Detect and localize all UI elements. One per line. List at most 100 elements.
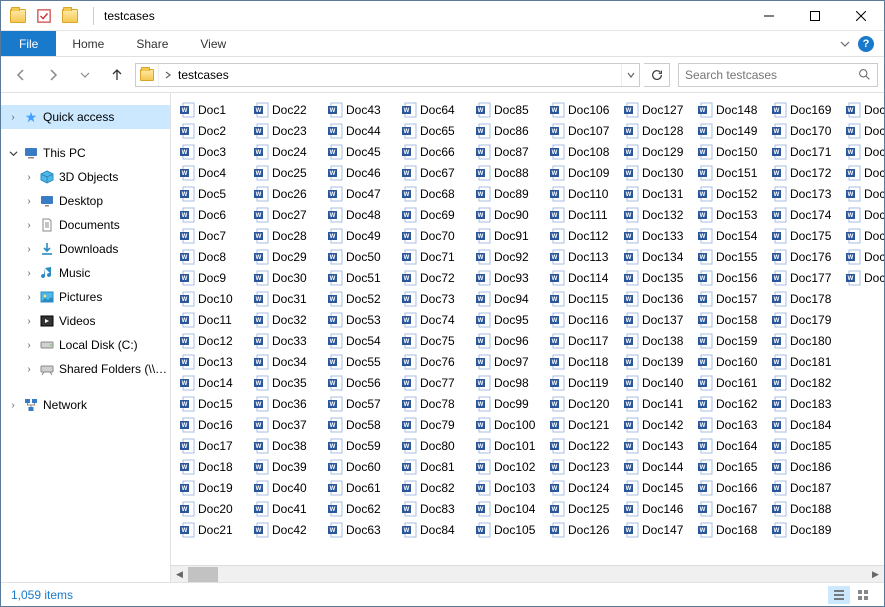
file-item[interactable]: WDoc3 xyxy=(177,141,249,162)
file-item[interactable]: WDoc177 xyxy=(769,267,841,288)
refresh-button[interactable] xyxy=(644,63,670,87)
horizontal-scrollbar[interactable]: ◀ ▶ xyxy=(171,565,884,582)
sidebar-item[interactable]: ›Documents xyxy=(1,213,170,237)
file-item[interactable]: WDoc197 xyxy=(843,246,884,267)
sidebar-item[interactable]: ›Shared Folders (\\vm xyxy=(1,357,170,381)
sidebar-item[interactable]: ›Downloads xyxy=(1,237,170,261)
file-item[interactable]: WDoc19 xyxy=(177,477,249,498)
file-item[interactable]: WDoc107 xyxy=(547,120,619,141)
file-item[interactable]: WDoc14 xyxy=(177,372,249,393)
file-item[interactable]: WDoc112 xyxy=(547,225,619,246)
sidebar-item[interactable]: ›Videos xyxy=(1,309,170,333)
file-item[interactable]: WDoc75 xyxy=(399,330,471,351)
file-item[interactable]: WDoc191 xyxy=(843,120,884,141)
file-item[interactable]: WDoc86 xyxy=(473,120,545,141)
file-item[interactable]: WDoc25 xyxy=(251,162,323,183)
file-item[interactable]: WDoc58 xyxy=(325,414,397,435)
file-item[interactable]: WDoc111 xyxy=(547,204,619,225)
file-item[interactable]: WDoc162 xyxy=(695,393,767,414)
file-item[interactable]: WDoc108 xyxy=(547,141,619,162)
tab-share[interactable]: Share xyxy=(120,31,184,56)
file-item[interactable]: WDoc98 xyxy=(473,372,545,393)
file-item[interactable]: WDoc130 xyxy=(621,162,693,183)
file-item[interactable]: WDoc72 xyxy=(399,267,471,288)
file-item[interactable]: WDoc76 xyxy=(399,351,471,372)
file-item[interactable]: WDoc47 xyxy=(325,183,397,204)
file-item[interactable]: WDoc179 xyxy=(769,309,841,330)
file-item[interactable]: WDoc151 xyxy=(695,162,767,183)
sidebar-item[interactable]: ›3D Objects xyxy=(1,165,170,189)
file-item[interactable]: WDoc143 xyxy=(621,435,693,456)
scroll-right-button[interactable]: ▶ xyxy=(867,566,884,583)
file-item[interactable]: WDoc97 xyxy=(473,351,545,372)
file-item[interactable]: WDoc116 xyxy=(547,309,619,330)
file-item[interactable]: WDoc134 xyxy=(621,246,693,267)
file-item[interactable]: WDoc16 xyxy=(177,414,249,435)
file-item[interactable]: WDoc88 xyxy=(473,162,545,183)
file-item[interactable]: WDoc196 xyxy=(843,225,884,246)
file-item[interactable]: WDoc42 xyxy=(251,519,323,540)
file-item[interactable]: WDoc142 xyxy=(621,414,693,435)
file-item[interactable]: WDoc168 xyxy=(695,519,767,540)
file-item[interactable]: WDoc120 xyxy=(547,393,619,414)
file-item[interactable]: WDoc133 xyxy=(621,225,693,246)
file-item[interactable]: WDoc129 xyxy=(621,141,693,162)
new-folder-icon[interactable] xyxy=(59,5,81,27)
scroll-track[interactable] xyxy=(188,566,867,583)
file-item[interactable]: WDoc92 xyxy=(473,246,545,267)
file-item[interactable]: WDoc79 xyxy=(399,414,471,435)
file-item[interactable]: WDoc154 xyxy=(695,225,767,246)
file-item[interactable]: WDoc194 xyxy=(843,183,884,204)
file-item[interactable]: WDoc183 xyxy=(769,393,841,414)
file-item[interactable]: WDoc135 xyxy=(621,267,693,288)
file-item[interactable]: WDoc21 xyxy=(177,519,249,540)
file-item[interactable]: WDoc119 xyxy=(547,372,619,393)
file-item[interactable]: WDoc127 xyxy=(621,99,693,120)
sidebar-item[interactable]: ›Music xyxy=(1,261,170,285)
chevron-down-icon[interactable] xyxy=(7,149,19,158)
file-item[interactable]: WDoc51 xyxy=(325,267,397,288)
file-item[interactable]: WDoc44 xyxy=(325,120,397,141)
chevron-right-icon[interactable]: › xyxy=(7,112,19,123)
file-item[interactable]: WDoc66 xyxy=(399,141,471,162)
file-item[interactable]: WDoc136 xyxy=(621,288,693,309)
file-item[interactable]: WDoc171 xyxy=(769,141,841,162)
file-item[interactable]: WDoc28 xyxy=(251,225,323,246)
file-item[interactable]: WDoc153 xyxy=(695,204,767,225)
chevron-right-icon[interactable]: › xyxy=(23,268,35,279)
chevron-right-icon[interactable]: › xyxy=(7,400,19,411)
file-item[interactable]: WDoc68 xyxy=(399,183,471,204)
file-item[interactable]: WDoc159 xyxy=(695,330,767,351)
file-item[interactable]: WDoc80 xyxy=(399,435,471,456)
chevron-right-icon[interactable]: › xyxy=(23,220,35,231)
file-item[interactable]: WDoc23 xyxy=(251,120,323,141)
file-item[interactable]: WDoc6 xyxy=(177,204,249,225)
file-item[interactable]: WDoc124 xyxy=(547,477,619,498)
file-item[interactable]: WDoc121 xyxy=(547,414,619,435)
file-item[interactable]: WDoc5 xyxy=(177,183,249,204)
maximize-button[interactable] xyxy=(792,1,838,31)
file-item[interactable]: WDoc114 xyxy=(547,267,619,288)
file-item[interactable]: WDoc63 xyxy=(325,519,397,540)
file-item[interactable]: WDoc18 xyxy=(177,456,249,477)
file-item[interactable]: WDoc52 xyxy=(325,288,397,309)
file-item[interactable]: WDoc193 xyxy=(843,162,884,183)
file-item[interactable]: WDoc103 xyxy=(473,477,545,498)
sidebar-quick-access[interactable]: › ★ Quick access xyxy=(1,105,170,129)
file-item[interactable]: WDoc69 xyxy=(399,204,471,225)
chevron-right-icon[interactable]: › xyxy=(23,172,35,183)
file-item[interactable]: WDoc192 xyxy=(843,141,884,162)
file-item[interactable]: WDoc156 xyxy=(695,267,767,288)
close-button[interactable] xyxy=(838,1,884,31)
file-item[interactable]: WDoc2 xyxy=(177,120,249,141)
file-item[interactable]: WDoc176 xyxy=(769,246,841,267)
file-item[interactable]: WDoc12 xyxy=(177,330,249,351)
file-item[interactable]: WDoc132 xyxy=(621,204,693,225)
file-item[interactable]: WDoc164 xyxy=(695,435,767,456)
file-item[interactable]: WDoc99 xyxy=(473,393,545,414)
file-item[interactable]: WDoc166 xyxy=(695,477,767,498)
file-item[interactable]: WDoc105 xyxy=(473,519,545,540)
file-item[interactable]: WDoc94 xyxy=(473,288,545,309)
file-item[interactable]: WDoc73 xyxy=(399,288,471,309)
address-path[interactable]: testcases xyxy=(176,68,621,82)
